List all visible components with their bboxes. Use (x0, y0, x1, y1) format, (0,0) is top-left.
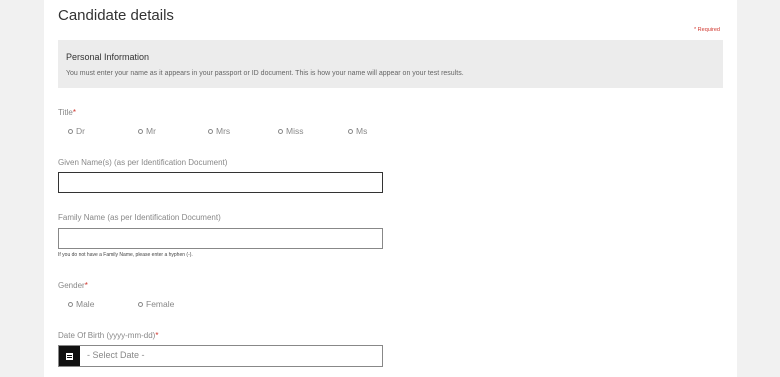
title-option-miss-label: Miss (286, 126, 304, 136)
candidate-details-panel: Candidate details * Required Personal In… (44, 0, 737, 377)
given-name-input[interactable] (58, 172, 383, 193)
radio-button[interactable] (208, 128, 213, 134)
calendar-icon (66, 352, 73, 360)
title-option-mr-label: Mr (146, 126, 156, 136)
personal-info-heading: Personal Information (66, 52, 150, 62)
calendar-button[interactable] (59, 346, 80, 366)
gender-option-male[interactable]: Male (68, 299, 94, 309)
title-option-ms[interactable]: Ms (348, 126, 367, 136)
family-name-input[interactable] (58, 228, 383, 249)
title-option-mrs-label: Mrs (216, 126, 231, 136)
gender-option-female[interactable]: Female (138, 299, 174, 309)
title-option-mrs[interactable]: Mrs (208, 126, 230, 136)
dob-label-text: Date Of Birth (yyyy-mm-dd) (58, 331, 156, 340)
radio-button[interactable] (348, 128, 353, 134)
family-name-hint: If you do not have a Family Name, please… (58, 252, 193, 258)
radio-button[interactable] (138, 301, 143, 307)
personal-info-text: You must enter your name as it appears i… (66, 70, 464, 77)
title-option-ms-label: Ms (356, 126, 368, 136)
dob-date-input[interactable]: - Select Date - (58, 345, 383, 367)
page-title: Candidate details (58, 7, 174, 24)
title-label-text: Title (58, 108, 73, 117)
title-option-dr[interactable]: Dr (68, 126, 85, 136)
radio-button[interactable] (278, 128, 283, 134)
title-option-mr[interactable]: Mr (138, 126, 156, 136)
title-option-miss[interactable]: Miss (278, 126, 303, 136)
given-name-label: Given Name(s) (as per Identification Doc… (58, 158, 228, 167)
required-star: * (155, 331, 159, 340)
gender-option-male-label: Male (76, 299, 95, 309)
radio-button[interactable] (68, 301, 73, 307)
required-star: * (72, 108, 76, 117)
personal-info-box: Personal Information You must enter your… (58, 40, 723, 88)
required-note: * Required (694, 27, 720, 33)
dob-placeholder: - Select Date - (87, 350, 145, 360)
gender-label: Gender* (58, 281, 88, 290)
gender-label-text: Gender (58, 281, 85, 290)
title-option-dr-label: Dr (76, 126, 85, 136)
title-label: Title* (58, 108, 76, 117)
family-name-label: Family Name (as per Identification Docum… (58, 213, 221, 222)
dob-label: Date Of Birth (yyyy-mm-dd)* (58, 331, 158, 340)
radio-button[interactable] (68, 128, 73, 134)
gender-option-female-label: Female (146, 299, 175, 309)
required-star: * (84, 281, 88, 290)
radio-button[interactable] (138, 128, 143, 134)
